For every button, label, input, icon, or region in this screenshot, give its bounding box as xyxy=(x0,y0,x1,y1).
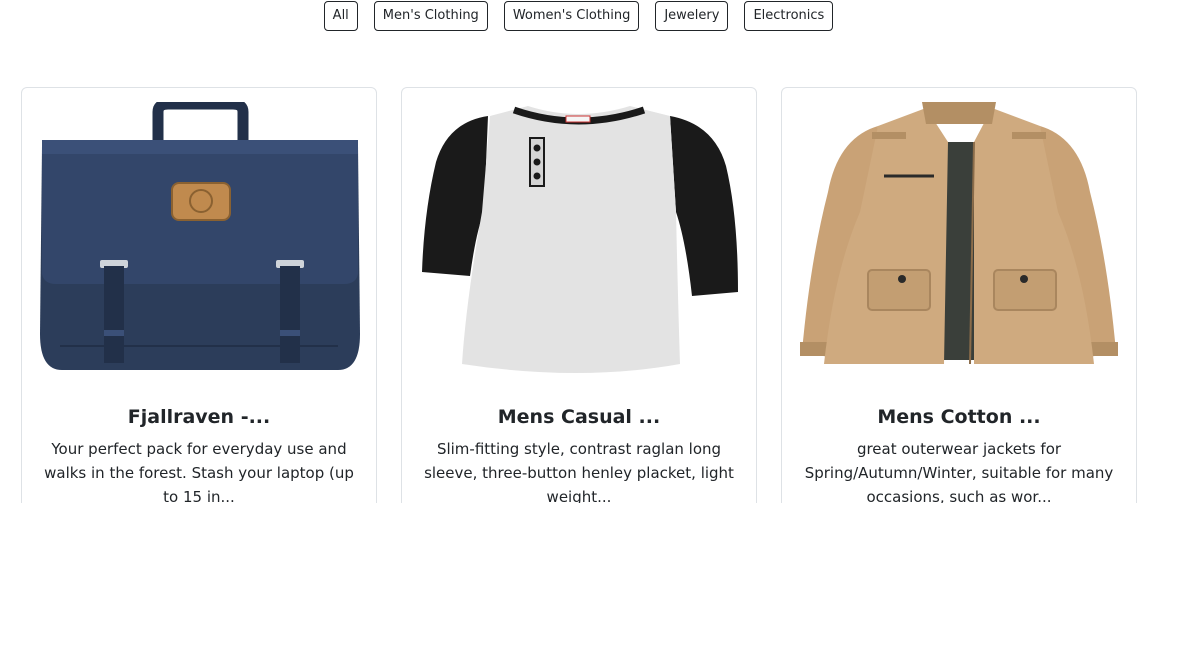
product-description: Your perfect pack for everyday use and w… xyxy=(44,440,354,503)
product-image-jacket[interactable] xyxy=(798,102,1120,377)
product-title[interactable]: Mens Cotton ... xyxy=(782,405,1136,429)
product-description: Slim-fitting style, contrast raglan long… xyxy=(424,440,734,503)
product-description: great outerwear jackets for Spring/Autum… xyxy=(804,440,1114,503)
product-grid: Fjallraven -... Your perfect pack for ev… xyxy=(0,0,1181,503)
product-card[interactable]: Mens Cotton ... great outerwear jackets … xyxy=(781,87,1137,503)
product-title[interactable]: Mens Casual ... xyxy=(402,405,756,429)
product-image-backpack[interactable] xyxy=(38,102,360,377)
product-card[interactable]: Fjallraven -... Your perfect pack for ev… xyxy=(21,87,377,503)
product-card[interactable]: Mens Casual ... Slim-fitting style, cont… xyxy=(401,87,757,503)
product-image-shirt[interactable] xyxy=(418,102,740,377)
product-title[interactable]: Fjallraven -... xyxy=(22,405,376,429)
